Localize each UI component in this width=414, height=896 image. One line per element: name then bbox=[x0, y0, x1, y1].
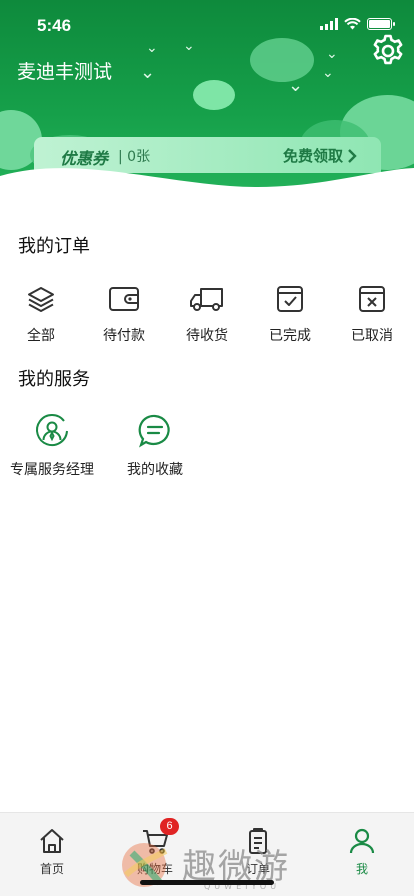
status-time: 5:46 bbox=[37, 16, 72, 35]
order-all-button[interactable]: 全部 bbox=[1, 282, 81, 345]
tab-home[interactable]: 首页 bbox=[12, 827, 92, 877]
order-cancelled-button[interactable]: 已取消 bbox=[332, 282, 412, 345]
status-bar: 5:46 bbox=[0, 0, 414, 48]
home-icon bbox=[40, 829, 64, 853]
home-indicator bbox=[140, 880, 274, 885]
service-favorites-button[interactable]: 我的收藏 bbox=[120, 411, 190, 479]
signal-icon bbox=[320, 18, 338, 30]
order-status-row: 全部 待付款 待收货 已完成 已取消 bbox=[0, 282, 414, 352]
cancel-box-icon bbox=[359, 286, 385, 312]
status-icons bbox=[320, 18, 395, 30]
order-pending-payment-button[interactable]: 待付款 bbox=[84, 282, 164, 345]
user-icon bbox=[349, 828, 375, 854]
order-pending-receipt-button[interactable]: 待收货 bbox=[167, 282, 247, 345]
wifi-icon bbox=[344, 18, 361, 30]
battery-icon bbox=[367, 18, 395, 30]
service-manager-button[interactable]: 专属服务经理 bbox=[6, 411, 98, 479]
gear-icon bbox=[373, 34, 403, 65]
settings-button[interactable] bbox=[370, 33, 406, 69]
tab-me[interactable]: 我 bbox=[322, 827, 402, 877]
layers-icon bbox=[28, 287, 54, 312]
tab-me-label: 我 bbox=[355, 862, 368, 876]
truck-icon bbox=[190, 288, 223, 311]
order-pending-receipt-label: 待收货 bbox=[186, 328, 228, 344]
order-cancelled-label: 已取消 bbox=[351, 328, 393, 344]
service-manager-label: 专属服务经理 bbox=[10, 462, 94, 478]
bird-icon: ⌄ bbox=[326, 46, 338, 62]
decor-blob bbox=[193, 80, 235, 110]
bird-icon: ⌄ bbox=[140, 62, 156, 83]
bird-icon: ⌄ bbox=[322, 65, 334, 81]
check-box-icon bbox=[277, 286, 303, 312]
bird-icon: ⌄ bbox=[288, 75, 304, 96]
orders-section-title: 我的订单 bbox=[18, 236, 90, 257]
order-completed-label: 已完成 bbox=[269, 328, 311, 344]
manager-icon bbox=[36, 414, 68, 447]
order-pending-payment-label: 待付款 bbox=[103, 328, 145, 344]
chat-bubble-icon bbox=[138, 414, 170, 448]
header-wave bbox=[0, 168, 414, 205]
services-section-title: 我的服务 bbox=[18, 369, 90, 390]
tab-home-label: 首页 bbox=[39, 862, 64, 876]
service-favorites-label: 我的收藏 bbox=[127, 462, 183, 478]
wallet-icon bbox=[109, 287, 139, 311]
order-all-label: 全部 bbox=[27, 328, 55, 344]
order-completed-button[interactable]: 已完成 bbox=[250, 282, 330, 345]
user-name: 麦迪丰测试 bbox=[17, 61, 113, 83]
profile-header: ⌄ ⌄ ⌄ ⌄ ⌄ ⌄ 5:46 麦迪丰测试 优惠券 | 0张 免费领取 bbox=[0, 0, 414, 205]
